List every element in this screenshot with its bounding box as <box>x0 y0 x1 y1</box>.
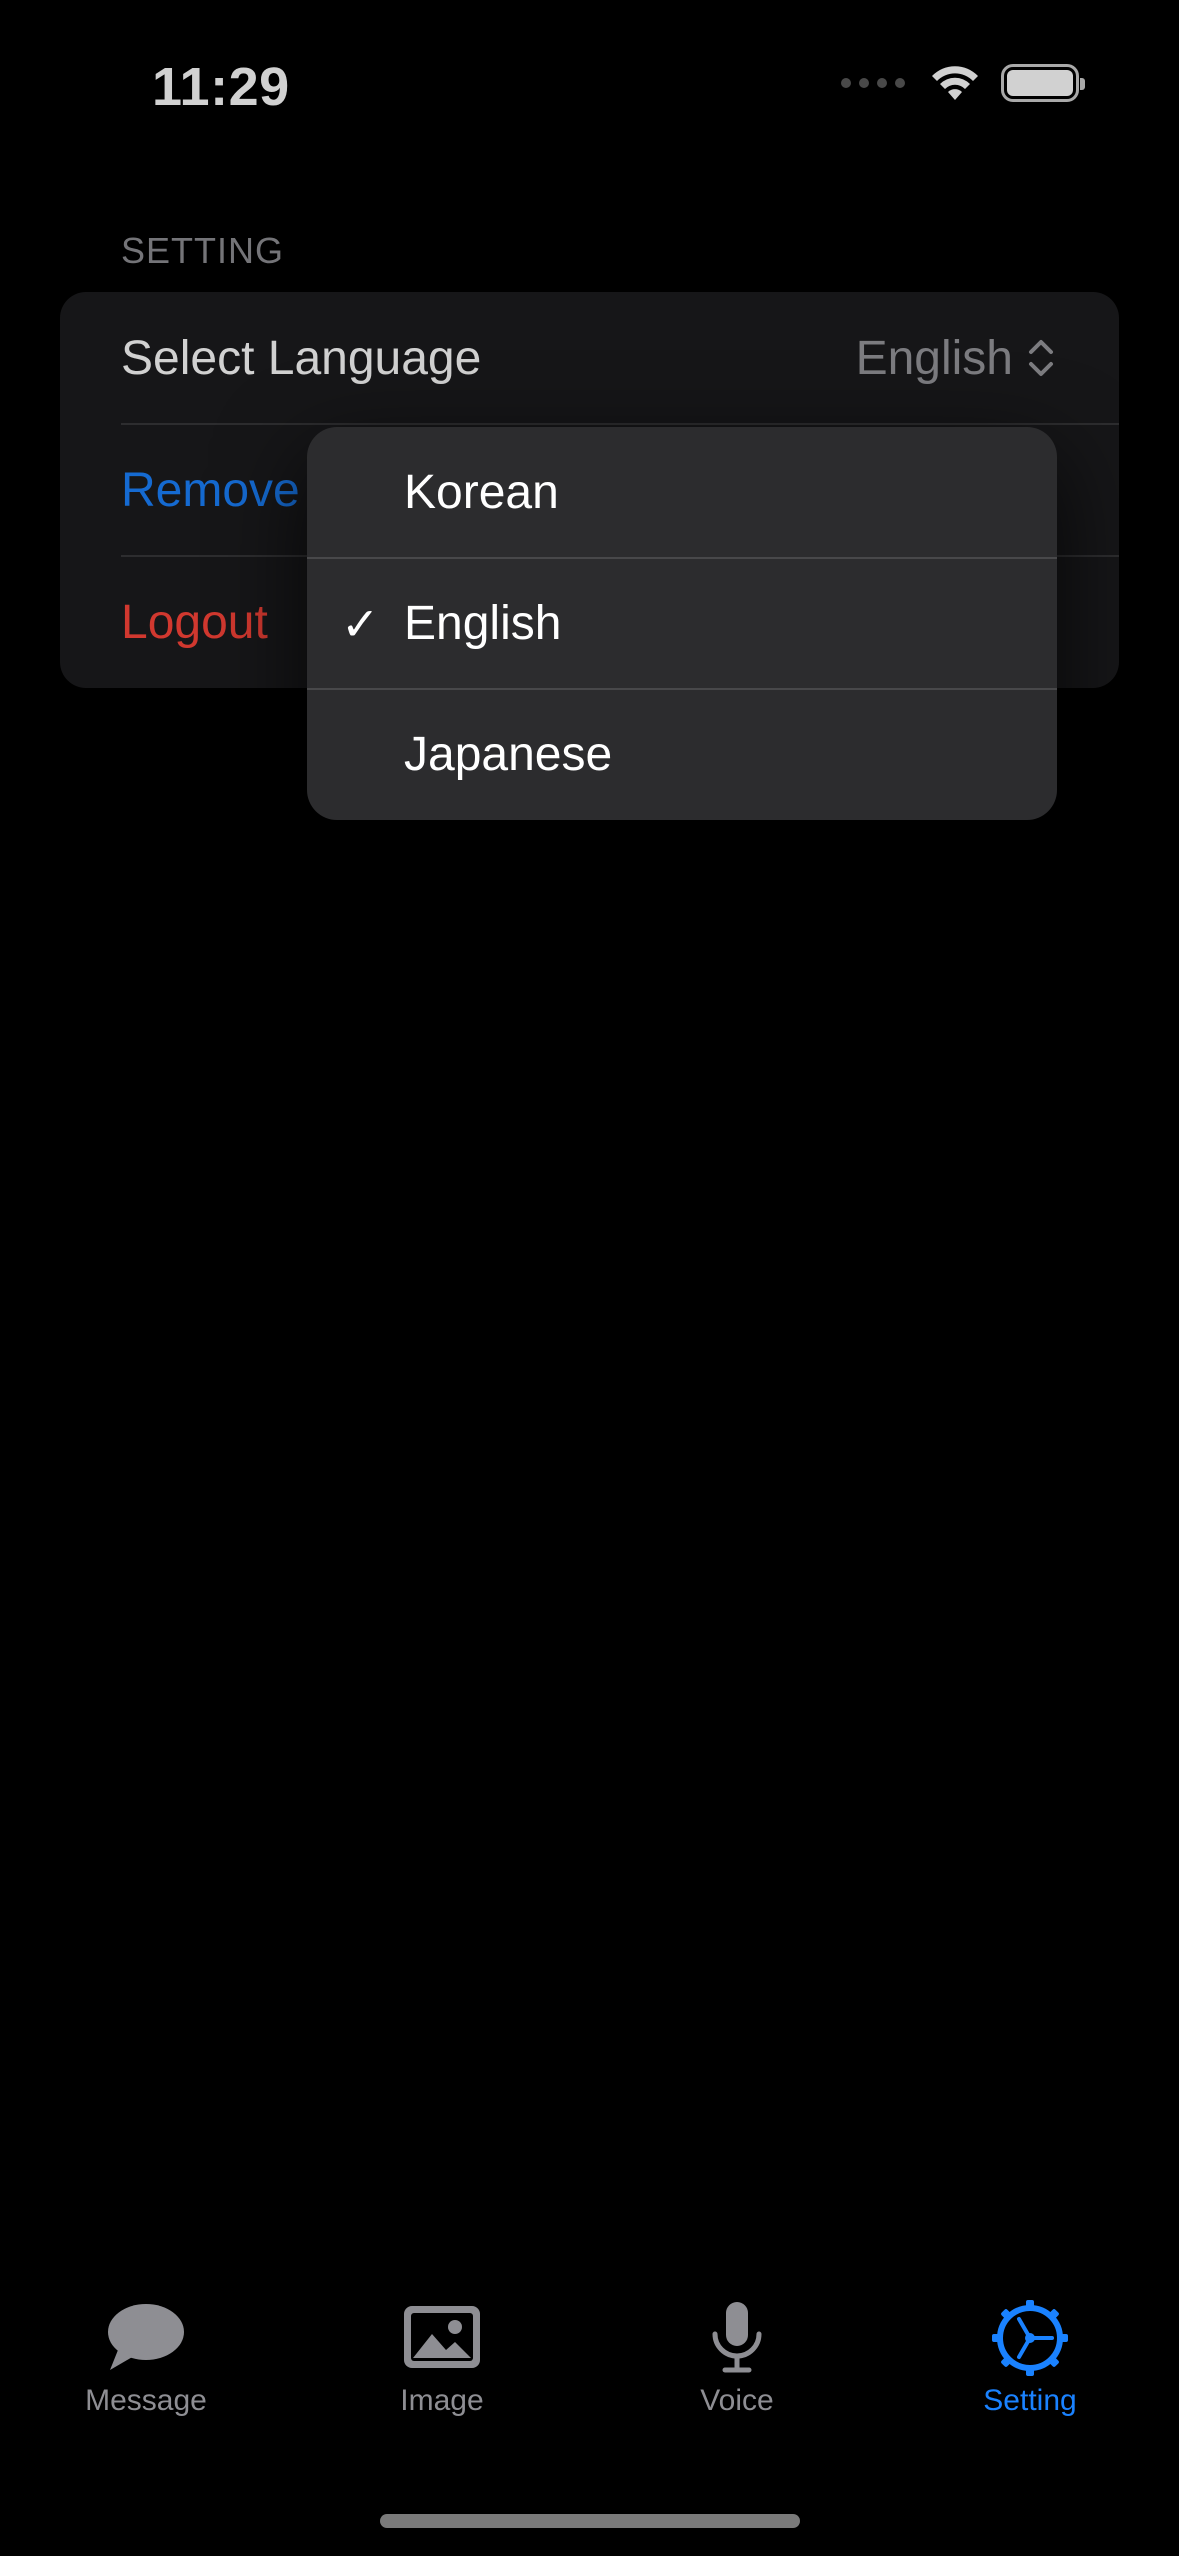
tab-label: Voice <box>700 2384 774 2417</box>
logout-label: Logout <box>121 595 268 649</box>
status-time: 11:29 <box>152 57 290 117</box>
remove-label: Remove <box>121 463 300 517</box>
message-bubble-icon <box>108 2304 184 2370</box>
tab-setting[interactable]: Setting <box>910 2300 1150 2418</box>
tab-message[interactable]: Message <box>26 2300 266 2418</box>
tab-image[interactable]: Image <box>322 2300 562 2418</box>
language-picker[interactable]: English <box>856 292 1055 424</box>
select-language-row[interactable]: Select Language English <box>60 292 1119 424</box>
selected-language-value: English <box>855 331 1013 385</box>
language-menu: Korean ✓ English Japanese <box>307 427 1057 820</box>
status-icons <box>841 64 1085 102</box>
tab-bar: Message Image Voice Setting <box>0 2300 1179 2480</box>
menu-item-label: English <box>404 597 562 650</box>
photo-icon <box>404 2306 480 2368</box>
tab-label: Message <box>85 2384 207 2417</box>
section-header: SETTING <box>121 230 285 271</box>
gear-icon <box>992 2300 1068 2376</box>
tab-label: Setting <box>983 2384 1077 2417</box>
wifi-icon <box>932 66 978 100</box>
battery-icon <box>1001 64 1085 102</box>
select-language-label: Select Language <box>121 331 482 385</box>
menu-item-english[interactable]: ✓ English <box>307 558 1057 689</box>
menu-item-label: Korean <box>404 466 559 519</box>
tab-label: Image <box>400 2384 484 2417</box>
microphone-icon <box>712 2302 762 2373</box>
cellular-signal-icon <box>841 78 905 88</box>
settings-screen: 11:29 SETTING Select Language English Re… <box>0 0 1179 2556</box>
chevron-up-down-icon <box>1029 340 1053 376</box>
checkmark-icon: ✓ <box>341 597 380 650</box>
home-indicator[interactable] <box>380 2514 800 2528</box>
menu-item-japanese[interactable]: Japanese <box>307 689 1057 820</box>
tab-voice[interactable]: Voice <box>617 2300 857 2418</box>
menu-item-korean[interactable]: Korean <box>307 427 1057 558</box>
menu-item-label: Japanese <box>404 728 613 781</box>
